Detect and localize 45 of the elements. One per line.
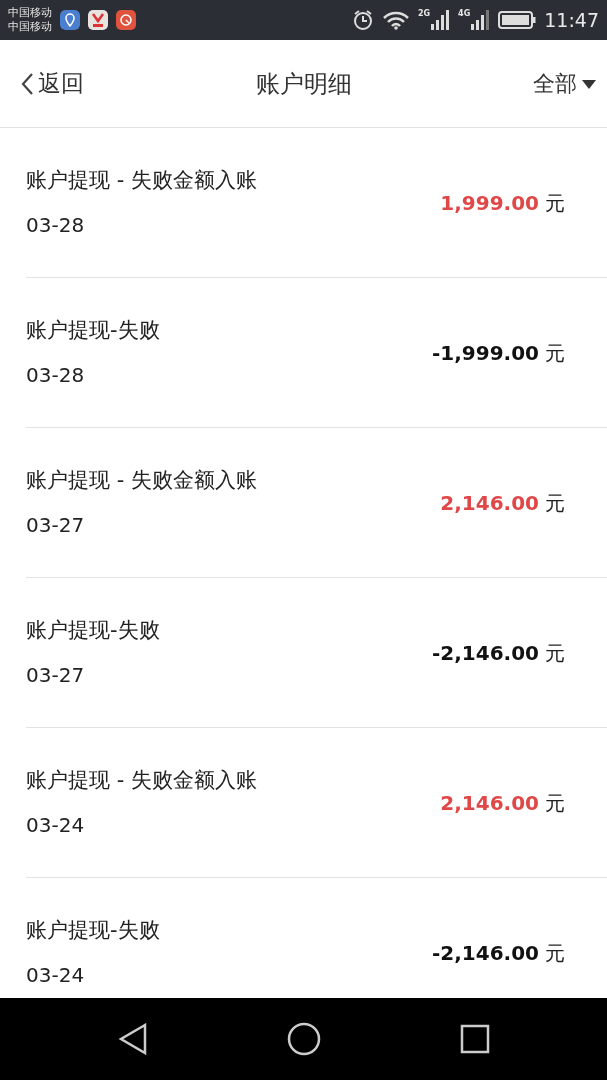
signal-icon <box>430 10 451 30</box>
carrier-name: 中国移动 <box>8 20 52 34</box>
currency-unit: 元 <box>545 939 565 967</box>
carrier-name: 中国移动 <box>8 6 52 20</box>
back-nav-icon[interactable] <box>117 1023 148 1055</box>
app-icon <box>116 10 136 30</box>
page-title: 账户明细 <box>255 68 352 100</box>
back-button[interactable]: 返回 <box>20 66 84 101</box>
record-title: 账户提现-失败 <box>26 620 160 641</box>
record-title: 账户提现-失败 <box>26 920 160 941</box>
record-amount: 2,146.00 <box>440 489 539 517</box>
currency-unit: 元 <box>545 489 565 517</box>
record-amount: -1,999.00 <box>432 339 539 367</box>
currency-unit: 元 <box>545 339 565 367</box>
alarm-icon <box>351 9 374 31</box>
wifi-icon <box>381 10 410 30</box>
record-title: 账户提现 - 失败金额入账 <box>26 770 257 791</box>
record-date: 03-24 <box>26 965 86 985</box>
chevron-left-icon <box>20 71 34 96</box>
record-title: 账户提现 - 失败金额入账 <box>26 470 257 491</box>
home-nav-icon[interactable] <box>286 1022 321 1056</box>
record-date: 03-28 <box>26 215 86 235</box>
recents-nav-icon[interactable] <box>459 1024 490 1054</box>
currency-unit: 元 <box>545 639 565 667</box>
network-type-label: 4G <box>458 10 471 18</box>
currency-unit: 元 <box>545 189 565 217</box>
record-amount: 2,146.00 <box>440 789 539 817</box>
record-date: 03-27 <box>26 665 86 685</box>
record-amount: -2,146.00 <box>432 639 539 667</box>
record-amount: 1,999.00 <box>440 189 539 217</box>
record-date: 03-27 <box>26 515 86 535</box>
record-date: 03-28 <box>26 365 86 385</box>
location-app-icon <box>60 10 80 30</box>
record-title: 账户提现-失败 <box>26 320 160 341</box>
app-icon <box>88 10 108 30</box>
currency-unit: 元 <box>545 789 565 817</box>
clock-time: 11:47 <box>544 7 599 33</box>
record-date: 03-24 <box>26 815 86 835</box>
caret-icon <box>581 77 597 90</box>
network-type-label: 2G <box>417 10 431 18</box>
record-amount: -2,146.00 <box>432 939 539 967</box>
signal-icon <box>470 10 491 30</box>
record-title: 账户提现 - 失败金额入账 <box>26 170 257 191</box>
filter-dropdown[interactable]: 全部 <box>533 67 597 100</box>
battery-icon <box>498 11 537 29</box>
